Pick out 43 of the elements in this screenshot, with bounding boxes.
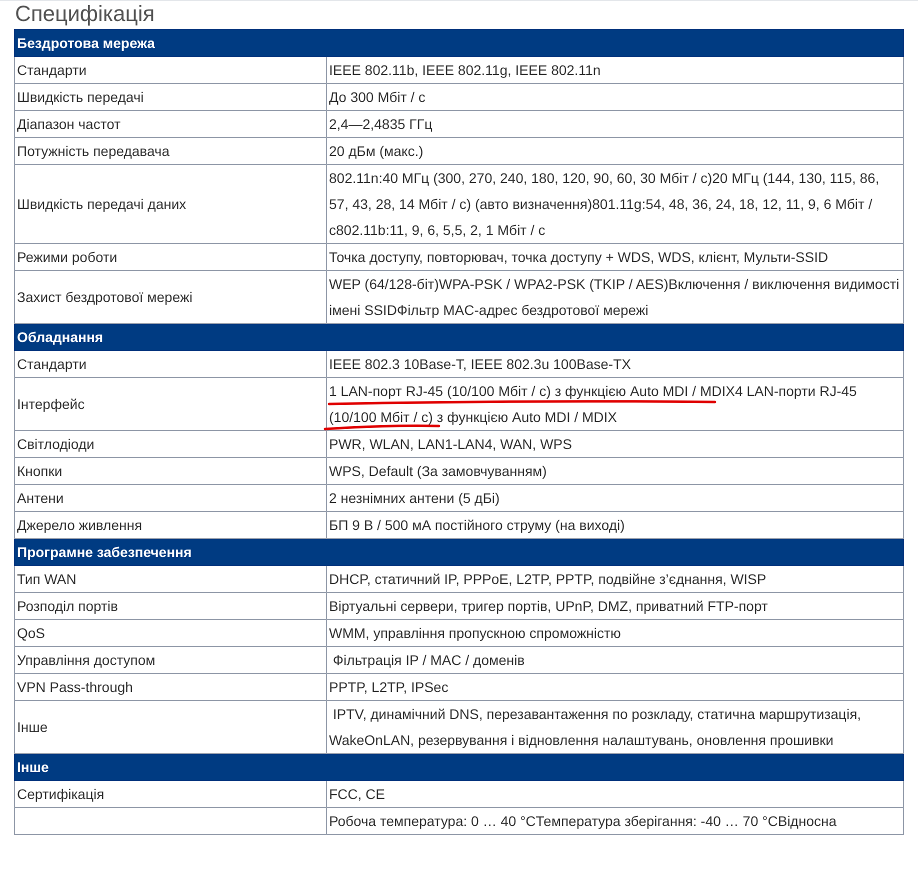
spec-label: Стандарти <box>14 56 326 84</box>
section-header: Обладнання <box>14 324 904 350</box>
spec-value: Фільтрація IP / MAC / доменів <box>332 652 525 668</box>
spec-value: 2 незнімних антени (5 дБі) <box>329 490 500 506</box>
section-header: Програмне забезпечення <box>14 538 904 566</box>
spec-label: Розподіл портів <box>14 592 326 620</box>
spec-label: Потужність передавача <box>14 138 326 164</box>
spec-value: Віртуальні сервери, тригер портів, UPnP, DMZ, приватний FTP-порт <box>329 598 768 614</box>
section-title: Специфікація <box>14 1 156 27</box>
spec-label: Кнопки <box>14 458 326 484</box>
spec-value: Робоча температура: 0 … 40 °CТемпература зберігання: -40 … 70 °CВідносна <box>329 813 837 829</box>
spec-value: PPTP, L2TP, IPSec <box>329 679 448 695</box>
spec-value: WEP (64/128-біт)WPA-PSK / WPA2-PSK (TKIP / AES)Включення / виключення видимості імені SSIDФільтр MAC-адрес бездротової мережі <box>329 276 900 318</box>
spec-value: IPTV, динамічний DNS, перезавантаження по розкладу, статична маршрутизація, WakeOnLAN, резервування і відновлення налаштувань, оновлення прошивки <box>329 706 862 748</box>
spec-label: VPN Pass-through <box>14 674 326 700</box>
spec-label: Управління доступом <box>14 646 326 674</box>
spec-value: IEEE 802.11b, IEEE 802.11g, IEEE 802.11n <box>329 62 601 78</box>
spec-label: Стандарти <box>14 350 326 378</box>
spec-label: Антени <box>14 484 326 512</box>
spec-value: FCC, CE <box>329 786 385 802</box>
spec-value: 802.11n:40 МГц (300, 270, 240, 180, 120, 90, 60, 30 Мбіт / с)20 МГц (144, 130, 115, 86, 57, 43, 28, 14 Мбіт / с) (авто визначення)801.11g:54, 48, 36, 24, 18, 12, 11, 9, 6 Мбіт / с802.11b:11, 9, 6, 5,5, 2, 1 Мбіт / с <box>329 170 880 238</box>
spec-label: Швидкість передачі <box>14 84 326 110</box>
spec-label: Режими роботи <box>14 244 326 270</box>
spec-value: 1 LAN-порт RJ-45 (10/100 Мбіт / с) з функцією Auto MDI / MDIX4 LAN-порти RJ-45 (10/100 Мбіт / с) з функцією Auto MDI / MDIX <box>329 383 858 425</box>
section-header: Інше <box>14 754 904 780</box>
spec-label: Світлодіоди <box>14 430 326 458</box>
spec-label: Діапазон частот <box>14 110 326 138</box>
spec-value: WPS, Default (За замовчуванням) <box>329 463 547 479</box>
spec-label: Швидкість передачі даних <box>14 164 326 244</box>
section-header: Бездротова мережа <box>14 30 904 56</box>
spec-value: IEEE 802.3 10Base-T, IEEE 802.3u 100Base-TX <box>329 356 631 372</box>
spec-label: Інтерфейс <box>14 378 326 430</box>
spec-value: 20 дБм (макс.) <box>329 143 424 159</box>
spec-value: WMM, управління пропускною спроможністю <box>329 625 621 641</box>
spec-value: Точка доступу, повторювач, точка доступу + WDS, WDS, клієнт, Мульти-SSID <box>329 249 828 265</box>
spec-value: До 300 Мбіт / с <box>329 89 426 105</box>
spec-value: 2,4—2,4835 ГГц <box>329 116 432 132</box>
spec-value: PWR, WLAN, LAN1-LAN4, WAN, WPS <box>329 436 572 452</box>
spec-value: БП 9 В / 500 мА постійного струму (на виході) <box>329 517 625 533</box>
spec-value: DHCP, статичний IP, PPPoE, L2TP, PPTP, подвійне з’єднання, WISP <box>329 571 766 587</box>
spec-label: QoS <box>14 620 326 646</box>
spec-label: Тип WAN <box>14 566 326 592</box>
spec-label: Сертифікація <box>14 780 326 808</box>
